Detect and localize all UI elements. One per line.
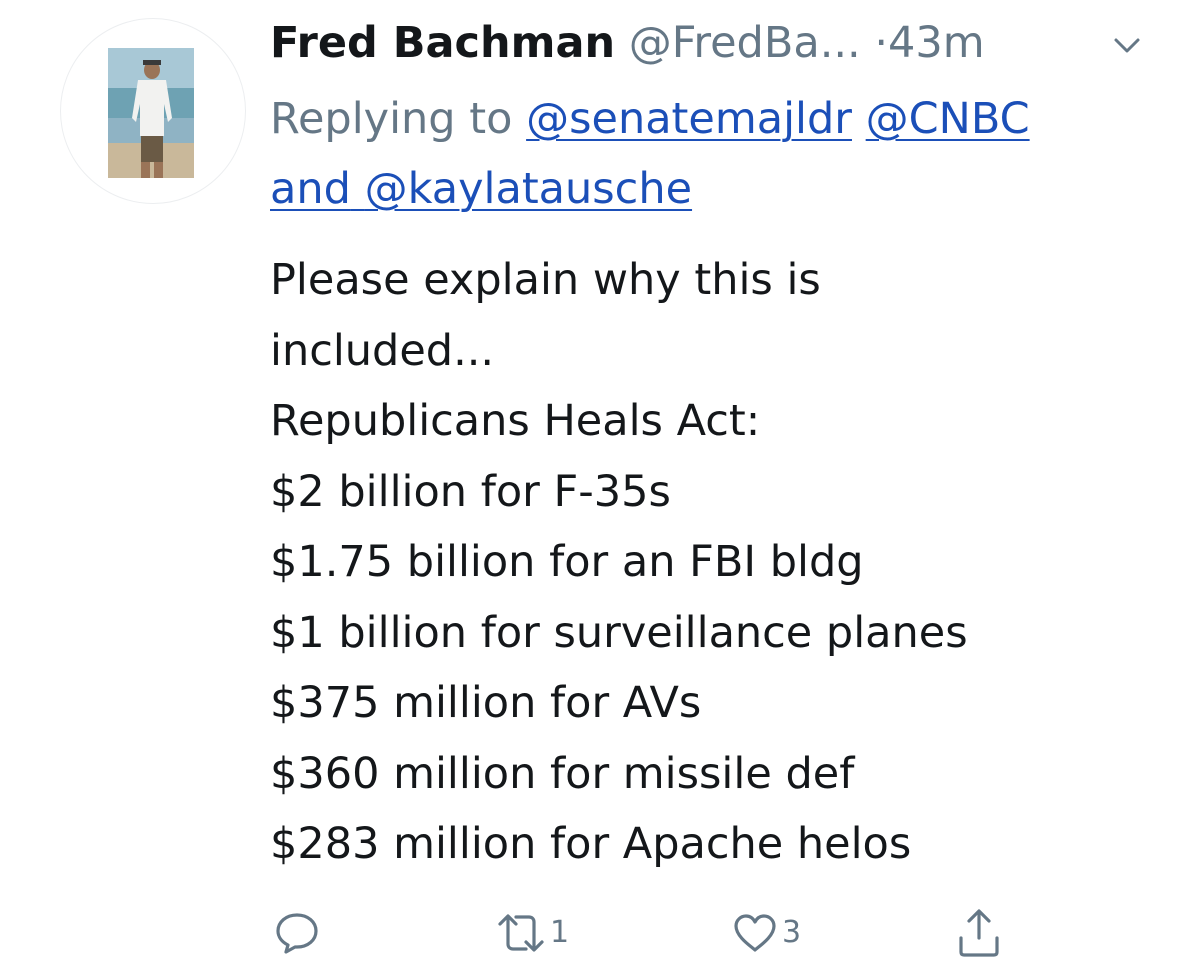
mention-handle: @kaylatausche — [364, 164, 693, 214]
mention-link[interactable]: @senatemajldr — [526, 94, 852, 144]
like-button[interactable]: 3 — [732, 905, 801, 961]
tweet-text-line: $283 million for Apache helos — [270, 819, 912, 869]
retweet-icon — [498, 914, 544, 952]
mention-link-more[interactable]: and @kaylatausche — [270, 164, 692, 214]
timestamp[interactable]: 43m — [888, 18, 985, 68]
replying-to: Replying to @senatemajldr @CNBC and @kay… — [270, 84, 1170, 224]
tweet-text-line: included... — [270, 325, 495, 376]
share-icon — [959, 909, 999, 957]
tweet-text-line: Please explain why this is — [270, 255, 821, 305]
tweet-header: Fred Bachman @FredBa... ·43m — [270, 12, 1170, 74]
replying-prefix: Replying to — [270, 94, 513, 144]
reply-button[interactable] — [274, 905, 320, 961]
tweet: Fred Bachman @FredBa... ·43m Replying to… — [0, 0, 1200, 974]
reply-conjunction: and — [270, 164, 351, 214]
retweet-count: 1 — [550, 915, 570, 950]
tweet-text-line: Republicans Heals Act: — [270, 396, 761, 446]
tweet-text-line: $1.75 billion for an FBI bldg — [270, 537, 864, 587]
tweet-text-line: $375 million for AVs — [270, 678, 702, 728]
display-name[interactable]: Fred Bachman — [270, 18, 615, 68]
tweet-text-line: $360 million for missile def — [270, 748, 855, 799]
mention-link[interactable]: @CNBC — [866, 94, 1030, 144]
heart-icon — [734, 914, 776, 952]
tweet-text-line: $2 billion for F-35s — [270, 466, 671, 517]
share-button[interactable] — [956, 905, 1002, 961]
like-count: 3 — [782, 915, 802, 950]
avatar-photo[interactable] — [108, 48, 194, 178]
tweet-body: Please explain why this is included... R… — [270, 245, 1170, 880]
tweet-text-line: $1 billion for surveillance planes — [270, 607, 968, 658]
chevron-down-icon[interactable] — [1112, 36, 1142, 56]
retweet-button[interactable]: 1 — [496, 905, 569, 961]
separator-dot: · — [874, 18, 889, 68]
user-handle[interactable]: @FredBa... — [629, 18, 861, 68]
speech-bubble-icon — [276, 913, 318, 954]
action-bar: 1 3 — [270, 905, 1030, 961]
